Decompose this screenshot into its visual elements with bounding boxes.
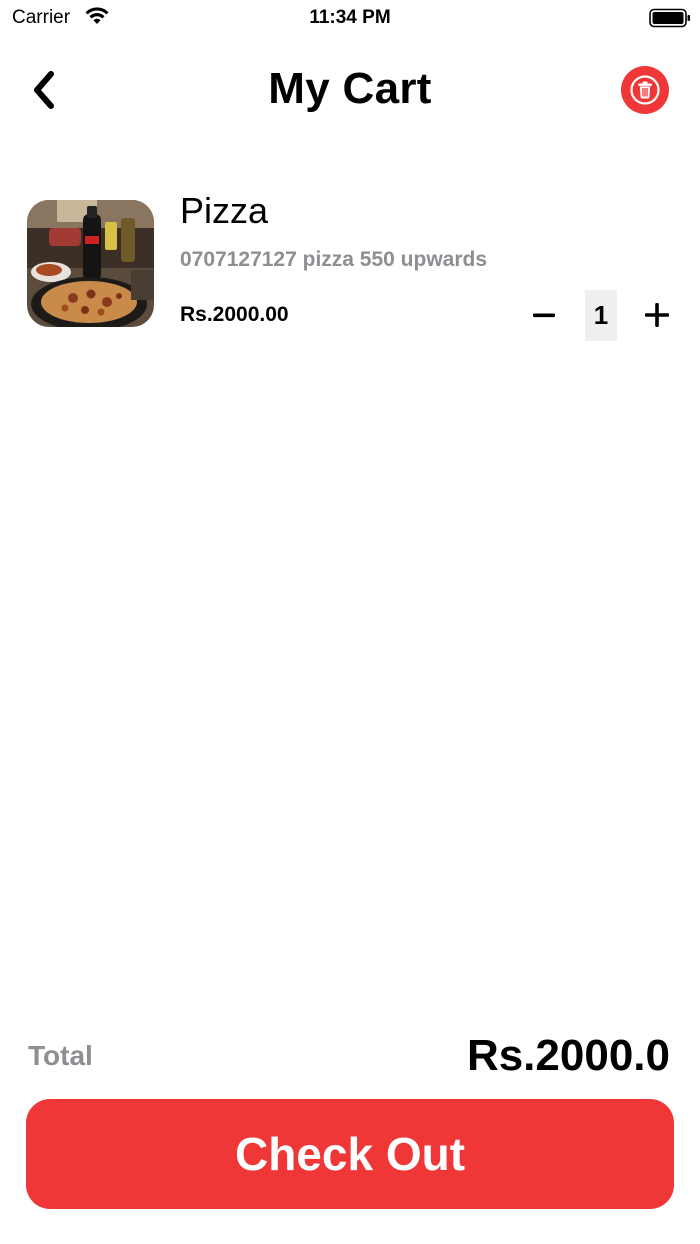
item-description: 0707127127 pizza 550 upwards (180, 248, 488, 271)
battery-icon (649, 8, 690, 28)
item-image (27, 200, 154, 327)
item-price: Rs.2000.00 (180, 303, 289, 326)
minus-icon (533, 313, 555, 318)
status-time: 11:34 PM (309, 7, 391, 28)
pizza-photo (27, 200, 154, 327)
header: My Cart (0, 56, 700, 126)
item-name: Pizza (180, 190, 269, 231)
increase-quantity-button[interactable] (638, 295, 676, 335)
plus-icon (645, 303, 669, 327)
clear-cart-button[interactable] (621, 66, 669, 114)
decrease-quantity-button[interactable] (526, 295, 562, 335)
page-title: My Cart (268, 64, 432, 113)
cart-item[interactable]: Pizza 0707127127 pizza 550 upwards Rs.20… (0, 190, 700, 341)
quantity-value: 1 (585, 290, 617, 341)
trash-icon (630, 75, 660, 105)
status-bar: Carrier 11:34 PM (0, 0, 700, 36)
total-value: Rs.2000.0 (466, 1031, 670, 1080)
total-label: Total (28, 1040, 93, 1071)
checkout-button[interactable]: Check Out (26, 1099, 674, 1209)
